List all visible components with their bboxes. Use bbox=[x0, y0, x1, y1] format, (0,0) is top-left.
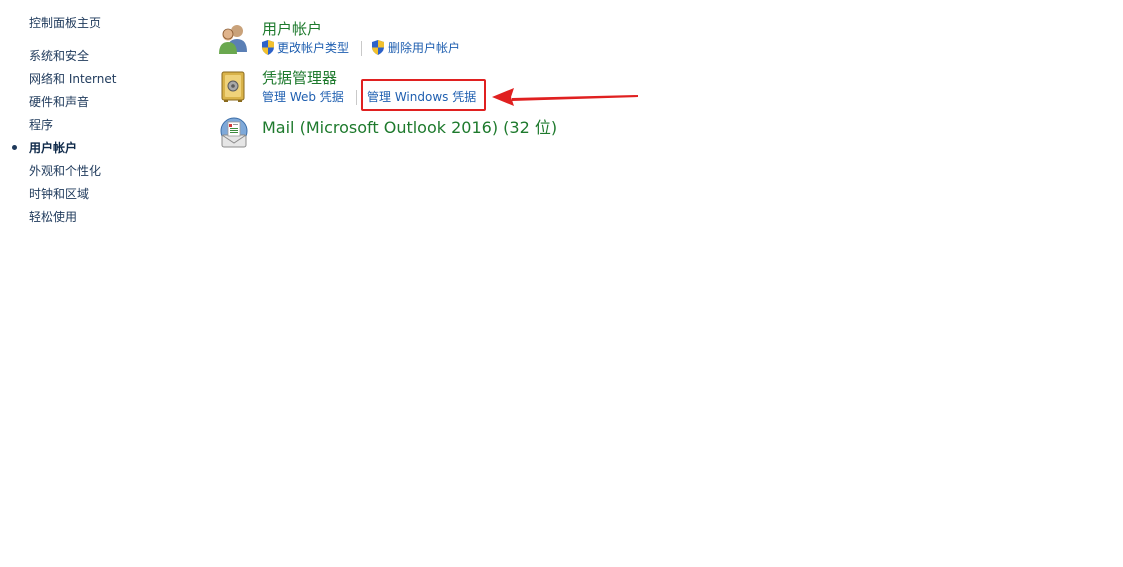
link-separator bbox=[361, 41, 362, 56]
sidebar-item-hardware-sound[interactable]: 硬件和声音 bbox=[29, 94, 89, 110]
sidebar-item-appearance[interactable]: 外观和个性化 bbox=[29, 163, 101, 179]
annotation-highlight-box bbox=[361, 79, 486, 111]
uac-shield-icon bbox=[372, 40, 384, 55]
control-panel-sidebar: 控制面板主页 系统和安全 网络和 Internet 硬件和声音 程序 用户帐户 … bbox=[0, 0, 200, 567]
sidebar-item-programs[interactable]: 程序 bbox=[29, 117, 53, 133]
sidebar-home-link[interactable]: 控制面板主页 bbox=[29, 15, 101, 31]
sidebar-item-user-accounts[interactable]: 用户帐户 bbox=[29, 140, 77, 156]
current-section-bullet bbox=[12, 145, 17, 150]
change-account-type-link[interactable]: 更改帐户类型 bbox=[277, 40, 349, 56]
sidebar-item-network-internet[interactable]: 网络和 Internet bbox=[29, 71, 116, 87]
category-title-user-accounts[interactable]: 用户帐户 bbox=[262, 19, 322, 39]
mail-icon[interactable] bbox=[217, 116, 251, 150]
annotation-arrow bbox=[492, 88, 638, 106]
sidebar-item-system-security[interactable]: 系统和安全 bbox=[29, 48, 89, 64]
link-separator bbox=[356, 90, 357, 105]
sidebar-item-clock-region[interactable]: 时钟和区域 bbox=[29, 186, 89, 202]
users-icon[interactable] bbox=[217, 22, 251, 56]
credential-vault-icon[interactable] bbox=[217, 70, 251, 104]
category-title-credential-manager[interactable]: 凭据管理器 bbox=[262, 68, 337, 88]
remove-user-account-link[interactable]: 删除用户帐户 bbox=[388, 40, 460, 56]
category-title-mail[interactable]: Mail (Microsoft Outlook 2016) (32 位) bbox=[262, 118, 557, 138]
sidebar-item-ease-of-access[interactable]: 轻松使用 bbox=[29, 209, 77, 225]
uac-shield-icon bbox=[262, 40, 274, 55]
manage-web-credentials-link[interactable]: 管理 Web 凭据 bbox=[262, 89, 344, 105]
